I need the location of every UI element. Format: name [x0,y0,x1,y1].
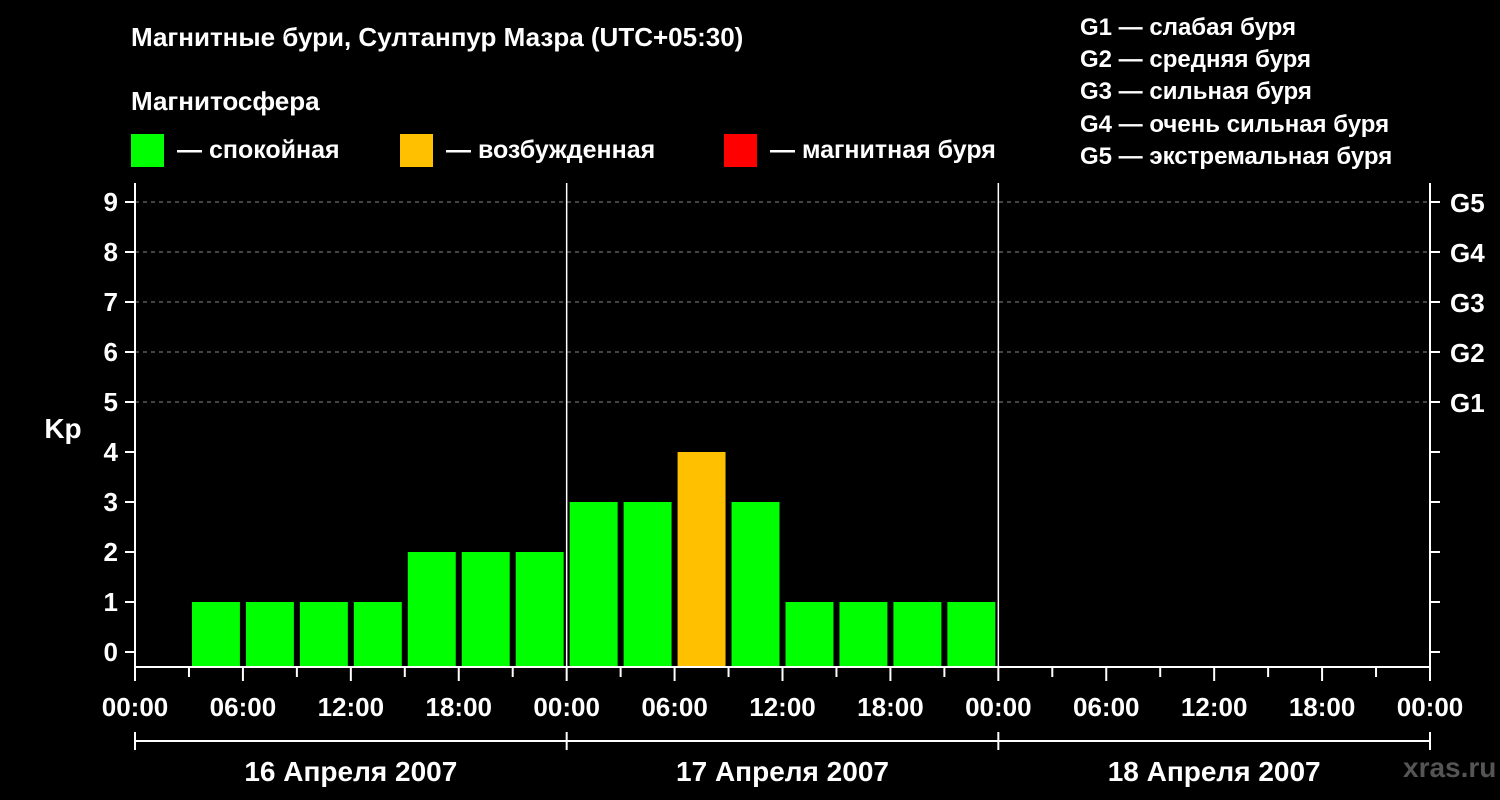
kp-bar [245,602,294,667]
x-tick-label: 00:00 [965,692,1032,722]
x-tick-label: 00:00 [1397,692,1464,722]
day-label: 18 Апреля 2007 [1108,756,1321,787]
kp-bar [191,602,240,667]
x-tick-label: 18:00 [426,692,493,722]
x-tick-label: 12:00 [318,692,385,722]
y-tick-label: 6 [104,337,118,367]
g-level-label: G4 [1450,238,1485,268]
kp-bar [461,552,510,667]
y-tick-label: 8 [104,237,118,267]
g-level-label: G1 [1450,388,1485,418]
kp-bar [677,452,726,667]
x-tick-label: 00:00 [102,692,169,722]
x-tick-label: 06:00 [1073,692,1140,722]
kp-bar [947,602,996,667]
x-tick-label: 18:00 [1289,692,1356,722]
kp-bar [569,502,618,667]
x-tick-label: 06:00 [641,692,708,722]
kp-bar [839,602,888,667]
day-label: 17 Апреля 2007 [676,756,889,787]
y-tick-label: 9 [104,187,118,217]
y-tick-label: 1 [104,587,118,617]
y-tick-label: 7 [104,287,118,317]
y-tick-label: 5 [104,387,118,417]
x-tick-label: 00:00 [533,692,600,722]
kp-chart: 0 1 2 3 4 5 6 7 8 9 G1 G2 G3 G4 G5 Kp 00:00 06:00 12:00 18:… [44,183,1485,787]
g-level-label: G5 [1450,188,1485,218]
x-tick-label: 12:00 [1181,692,1248,722]
watermark: xras.ru [1403,752,1497,783]
day-label: 16 Апреля 2007 [244,756,457,787]
kp-bar [731,502,780,667]
y-tick-label: 4 [104,437,119,467]
y-tick-label: 3 [104,487,118,517]
kp-bar [353,602,402,667]
kp-bar [407,552,456,667]
x-tick-label: 12:00 [749,692,816,722]
g-level-label: G3 [1450,288,1485,318]
kp-bar [785,602,834,667]
x-tick-label: 18:00 [857,692,924,722]
kp-bar [515,552,564,667]
y-axis-label: Kp [44,413,81,444]
kp-bar [623,502,672,667]
g-level-label: G2 [1450,338,1485,368]
y-tick-label: 0 [104,637,118,667]
kp-bar [299,602,348,667]
kp-bar [893,602,942,667]
y-tick-label: 2 [104,537,118,567]
x-tick-label: 06:00 [210,692,277,722]
